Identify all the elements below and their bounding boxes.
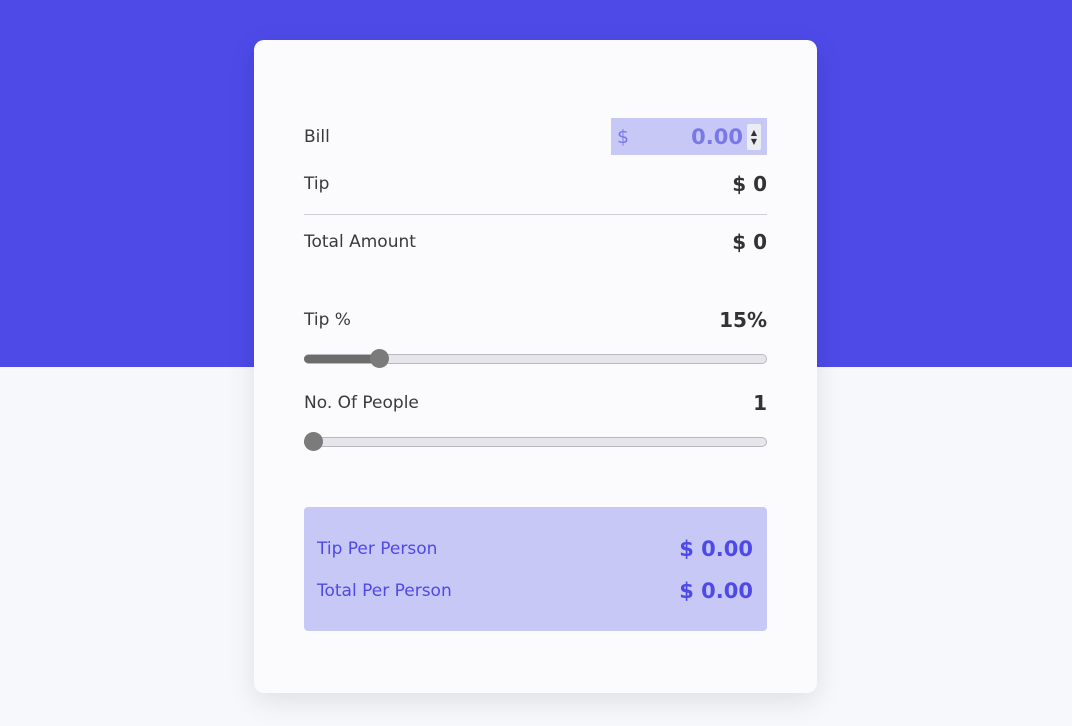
- people-label: No. Of People: [304, 393, 419, 413]
- spinner-up-icon[interactable]: ▲: [751, 128, 757, 137]
- slider-track[interactable]: [304, 437, 767, 447]
- bill-row: Bill $ ▲ ▼: [304, 118, 767, 155]
- tip-per-person-value: $ 0.00: [679, 537, 753, 561]
- per-person-summary: Tip Per Person $ 0.00 Total Per Person $…: [304, 507, 767, 631]
- total-amount-value: $ 0: [732, 230, 767, 254]
- slider-thumb[interactable]: [370, 349, 390, 368]
- number-spinner-icon[interactable]: ▲ ▼: [747, 123, 761, 150]
- tip-percent-slider[interactable]: [304, 349, 767, 368]
- bill-input-box[interactable]: $ ▲ ▼: [611, 118, 767, 155]
- spinner-down-icon[interactable]: ▼: [751, 137, 757, 146]
- tip-label: Tip: [304, 174, 330, 194]
- people-row: No. Of People 1: [304, 391, 767, 415]
- people-value: 1: [753, 391, 767, 415]
- tip-calculator-card: Bill $ ▲ ▼ Tip $ 0 Total Amount $ 0 Tip …: [254, 40, 817, 693]
- total-per-person-value: $ 0.00: [679, 579, 753, 603]
- tip-percent-value: 15%: [719, 308, 767, 332]
- tip-per-person-row: Tip Per Person $ 0.00: [317, 537, 753, 561]
- people-slider[interactable]: [304, 432, 767, 451]
- tip-percent-label: Tip %: [304, 310, 351, 330]
- bill-currency-sign: $: [617, 125, 630, 148]
- slider-thumb[interactable]: [304, 432, 323, 451]
- total-per-person-row: Total Per Person $ 0.00: [317, 579, 753, 603]
- tip-value: $ 0: [732, 172, 767, 196]
- tip-per-person-label: Tip Per Person: [317, 539, 438, 559]
- tip-row: Tip $ 0: [304, 172, 767, 196]
- total-amount-row: Total Amount $ 0: [304, 230, 767, 254]
- total-per-person-label: Total Per Person: [317, 581, 452, 601]
- bill-label: Bill: [304, 126, 330, 147]
- tip-percent-row: Tip % 15%: [304, 308, 767, 332]
- bill-input[interactable]: [645, 124, 747, 149]
- slider-fill: [304, 355, 380, 363]
- total-amount-label: Total Amount: [304, 232, 416, 252]
- divider: [304, 214, 767, 215]
